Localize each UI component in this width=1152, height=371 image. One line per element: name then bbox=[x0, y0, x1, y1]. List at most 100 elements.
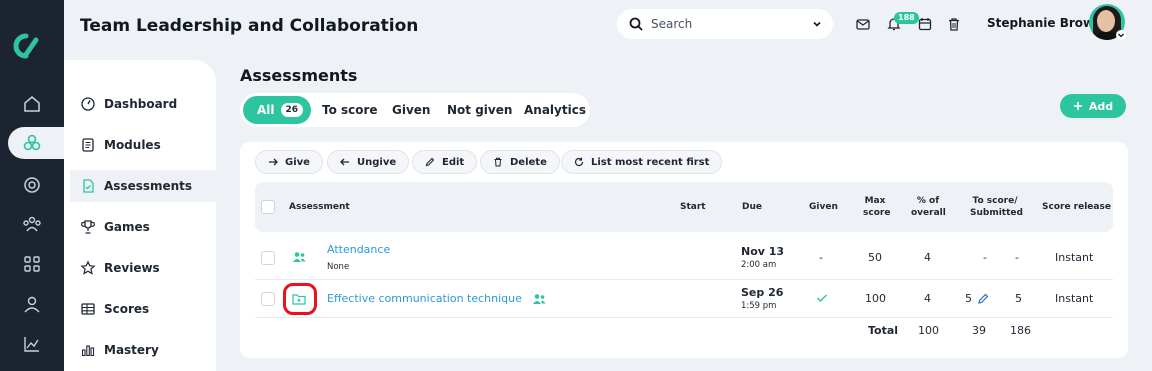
page-title: Assessments bbox=[240, 66, 358, 85]
header-max-score[interactable]: Max score bbox=[863, 195, 891, 219]
star-icon bbox=[80, 260, 96, 275]
submitted-count: 5 bbox=[1015, 292, 1022, 305]
highlight-annotation bbox=[283, 283, 317, 315]
sidebar-item-modules[interactable]: Modules bbox=[70, 129, 216, 161]
sidebar-item-dashboard[interactable]: Dashboard bbox=[70, 88, 216, 120]
edit-button[interactable]: Edit bbox=[412, 150, 478, 174]
to-score-count: - bbox=[983, 251, 987, 264]
analytics-icon[interactable] bbox=[22, 334, 42, 354]
tab-count-badge: 26 bbox=[280, 103, 304, 117]
max-score: 50 bbox=[868, 251, 882, 264]
sidebar-item-reviews[interactable]: Reviews bbox=[70, 252, 216, 284]
home-icon[interactable] bbox=[22, 94, 42, 114]
search-input[interactable] bbox=[651, 17, 791, 31]
add-button[interactable]: Add bbox=[1060, 94, 1126, 118]
submitted-count: - bbox=[1015, 251, 1019, 264]
sidebar-item-label: Assessments bbox=[104, 179, 193, 193]
tab-given[interactable]: Given bbox=[392, 96, 430, 124]
pencil-icon[interactable] bbox=[977, 293, 989, 305]
trash-icon bbox=[494, 157, 502, 167]
row-checkbox[interactable] bbox=[261, 251, 275, 265]
group-assign-icon bbox=[293, 252, 306, 262]
refresh-icon bbox=[574, 157, 584, 167]
table-row[interactable]: Attendance None Nov 13 2:00 am - 50 4 - … bbox=[255, 236, 1113, 280]
tab-analytics[interactable]: Analytics bbox=[524, 96, 586, 124]
user-name[interactable]: Stephanie Brown bbox=[987, 16, 1103, 30]
mail-icon[interactable] bbox=[855, 16, 871, 32]
header-to-score-line1: To score/ bbox=[972, 196, 1018, 206]
ungive-button[interactable]: Ungive bbox=[327, 150, 410, 174]
table-header: Assessment Start Due Given Max score % o… bbox=[255, 182, 1113, 232]
header-percent-line1: % of bbox=[916, 196, 940, 206]
filter-tabs: All 26 To score Given Not given Analytic… bbox=[240, 93, 590, 127]
tab-label: All bbox=[257, 103, 275, 117]
due-time: 1:59 pm bbox=[741, 301, 777, 311]
header-percent-overall[interactable]: % of overall bbox=[911, 195, 946, 219]
grid-icon[interactable] bbox=[22, 254, 42, 274]
sidebar-item-scores[interactable]: Scores bbox=[70, 293, 216, 325]
edit-label: Edit bbox=[442, 156, 465, 168]
search-icon bbox=[629, 17, 643, 31]
header-score-release[interactable]: Score release bbox=[1042, 201, 1111, 213]
sort-button[interactable]: List most recent first bbox=[561, 150, 723, 174]
sidebar-item-label: Games bbox=[104, 220, 150, 234]
assessment-link[interactable]: Attendance bbox=[327, 243, 390, 256]
max-score: 100 bbox=[865, 292, 886, 305]
sidebar: Dashboard Modules Assessments Games Revi… bbox=[64, 60, 216, 371]
give-label: Give bbox=[285, 156, 310, 168]
sidebar-item-label: Mastery bbox=[104, 343, 159, 357]
users-icon[interactable] bbox=[22, 214, 42, 234]
to-score-count[interactable]: 5 bbox=[965, 292, 972, 305]
ungive-label: Ungive bbox=[357, 156, 397, 168]
assessment-link[interactable]: Effective communication technique bbox=[327, 292, 522, 305]
check-icon bbox=[817, 294, 827, 302]
tab-to-score[interactable]: To score bbox=[322, 96, 378, 124]
select-all-checkbox[interactable] bbox=[261, 200, 275, 214]
notification-badge: 188 bbox=[894, 12, 919, 24]
calendar-icon[interactable] bbox=[917, 16, 933, 32]
app-rail bbox=[0, 0, 64, 371]
header-max-score-line1: Max bbox=[864, 196, 886, 206]
header-max-score-line2: score bbox=[863, 208, 891, 218]
trash-icon[interactable] bbox=[946, 16, 962, 32]
modules-icon bbox=[82, 138, 94, 152]
search-filter-dropdown[interactable] bbox=[807, 14, 827, 34]
add-button-label: Add bbox=[1088, 99, 1114, 113]
total-label: Total bbox=[868, 324, 899, 337]
sidebar-item-assessments[interactable]: Assessments bbox=[70, 170, 216, 202]
header-start[interactable]: Start bbox=[680, 201, 706, 213]
table-row[interactable]: Effective communication technique Sep 26… bbox=[255, 280, 1113, 318]
sidebar-item-label: Dashboard bbox=[104, 97, 178, 111]
sidebar-item-mastery[interactable]: Mastery bbox=[70, 334, 216, 366]
search-bar[interactable] bbox=[617, 9, 833, 39]
bar-chart-icon bbox=[81, 345, 95, 357]
header-given[interactable]: Given bbox=[809, 201, 838, 213]
score-release: Instant bbox=[1055, 251, 1094, 264]
chevron-down-icon bbox=[813, 21, 821, 27]
rail-courses[interactable] bbox=[8, 127, 64, 159]
header-to-score-submitted[interactable]: To score/ Submitted bbox=[970, 195, 1023, 219]
due-date: Nov 13 bbox=[741, 245, 785, 258]
group-assign-icon[interactable] bbox=[532, 293, 546, 305]
header-to-score-line2: Submitted bbox=[970, 208, 1023, 218]
sidebar-item-games[interactable]: Games bbox=[70, 211, 216, 243]
sidebar-item-label: Scores bbox=[104, 302, 150, 316]
total-max-score: 100 bbox=[918, 324, 939, 337]
delete-button[interactable]: Delete bbox=[480, 150, 560, 174]
header-assessment[interactable]: Assessment bbox=[289, 201, 350, 213]
row-checkbox[interactable] bbox=[261, 292, 275, 306]
tab-not-given[interactable]: Not given bbox=[447, 96, 512, 124]
table-icon bbox=[81, 303, 95, 315]
target-icon[interactable] bbox=[22, 175, 42, 195]
app-logo[interactable] bbox=[12, 32, 40, 60]
user-menu-chevron[interactable] bbox=[1116, 30, 1126, 40]
due-date: Sep 26 bbox=[741, 286, 784, 299]
header-due[interactable]: Due bbox=[742, 201, 762, 213]
give-button[interactable]: Give bbox=[255, 150, 323, 174]
profile-icon[interactable] bbox=[22, 294, 42, 314]
plus-icon bbox=[1073, 102, 1082, 110]
header-percent-line2: overall bbox=[911, 208, 946, 218]
arrow-right-icon bbox=[269, 158, 278, 166]
trophy-icon bbox=[81, 220, 95, 234]
tab-all[interactable]: All 26 bbox=[243, 96, 312, 124]
